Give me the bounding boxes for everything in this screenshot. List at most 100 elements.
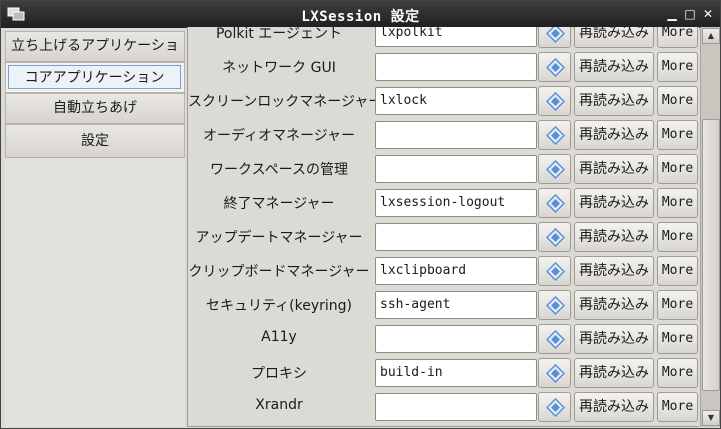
select-app-button[interactable]	[538, 86, 571, 116]
command-field[interactable]: build-in	[375, 359, 537, 387]
more-button[interactable]: More	[657, 120, 698, 150]
setting-row: A11y 再読み込み More	[188, 322, 699, 356]
setting-row: Xrandr 再読み込み More	[188, 390, 699, 424]
more-button[interactable]: More	[657, 27, 698, 48]
more-button[interactable]: More	[657, 392, 698, 422]
command-field[interactable]: lxclipboard	[375, 257, 537, 285]
reload-button[interactable]: 再読み込み	[574, 120, 654, 150]
setting-label: プロキシ	[251, 366, 307, 382]
sidebar-item-label: 自動立ちあげ	[53, 100, 137, 116]
setting-label: 終了マネージャー	[223, 196, 335, 212]
select-app-button[interactable]	[538, 256, 571, 286]
select-app-button[interactable]	[538, 52, 571, 82]
select-app-button[interactable]	[538, 392, 571, 422]
scroll-up-arrow-icon[interactable]: ▲	[702, 28, 720, 44]
diamond-icon	[546, 58, 565, 77]
command-field[interactable]: ssh-agent	[375, 291, 537, 319]
command-field[interactable]	[375, 53, 537, 81]
more-button[interactable]: More	[657, 52, 698, 82]
reload-button[interactable]: 再読み込み	[574, 392, 654, 422]
select-app-button[interactable]	[538, 154, 571, 184]
setting-row: セキュリティ(keyring) ssh-agent 再読み込み More	[188, 288, 699, 322]
setting-row: スクリーンロックマネージャー lxlock 再読み込み More	[188, 84, 699, 118]
setting-label: スクリーンロックマネージャー	[188, 94, 383, 110]
sidebar-item-label: 設定	[81, 133, 109, 149]
more-button[interactable]: More	[657, 256, 698, 286]
command-field[interactable]	[375, 155, 537, 183]
sidebar-item-label: コアアプリケーション	[24, 70, 165, 86]
reload-button[interactable]: 再読み込み	[574, 86, 654, 116]
more-button[interactable]: More	[657, 358, 698, 388]
reload-button[interactable]: 再読み込み	[574, 358, 654, 388]
sidebar-item-core-apps[interactable]: コアアプリケーション	[5, 62, 185, 93]
command-field[interactable]	[375, 121, 537, 149]
diamond-icon	[546, 228, 565, 247]
more-button[interactable]: More	[657, 154, 698, 184]
command-field[interactable]	[375, 223, 537, 251]
setting-label: Polkit エージェント	[215, 27, 343, 42]
sidebar-item-autostart[interactable]: 自動立ちあげ	[5, 93, 185, 124]
minimize-button[interactable]: ▁	[663, 5, 681, 23]
window-title: LXSession 設定	[301, 9, 420, 25]
command-field[interactable]: lxlock	[375, 87, 537, 115]
setting-label: Xrandr	[255, 397, 303, 413]
more-button[interactable]: More	[657, 290, 698, 320]
more-button[interactable]: More	[657, 188, 698, 218]
diamond-icon	[546, 364, 565, 383]
lxsession-window: LXSession 設定 ▁ □ ✕ 立ち上げるアプリケーション コアアプリケー…	[0, 0, 721, 429]
diamond-icon	[546, 194, 565, 213]
maximize-button[interactable]: □	[681, 5, 699, 23]
diamond-icon	[546, 126, 565, 145]
diamond-icon	[546, 296, 565, 315]
select-app-button[interactable]	[538, 120, 571, 150]
reload-button[interactable]: 再読み込み	[574, 27, 654, 48]
select-app-button[interactable]	[538, 188, 571, 218]
setting-label: オーディオマネージャー	[202, 128, 356, 144]
sidebar-item-settings[interactable]: 設定	[5, 124, 185, 158]
command-field[interactable]	[375, 393, 537, 421]
diamond-icon	[546, 160, 565, 179]
core-apps-panel: Polkit エージェント lxpolkit 再読み込み More ネットワーク GUI…	[187, 27, 699, 427]
setting-row: Polkit エージェント lxpolkit 再読み込み More	[188, 27, 699, 50]
more-button[interactable]: More	[657, 222, 698, 252]
reload-button[interactable]: 再読み込み	[574, 154, 654, 184]
scroll-thumb[interactable]	[702, 119, 720, 391]
setting-label: A11y	[261, 329, 297, 345]
close-button[interactable]: ✕	[699, 5, 717, 23]
sidebar-item-autostart-apps[interactable]: 立ち上げるアプリケーション	[5, 31, 185, 83]
reload-button[interactable]: 再読み込み	[574, 290, 654, 320]
reload-button[interactable]: 再読み込み	[574, 52, 654, 82]
command-field[interactable]: lxpolkit	[375, 27, 537, 47]
diamond-icon	[546, 92, 565, 111]
title-bar[interactable]: LXSession 設定 ▁ □ ✕	[1, 1, 720, 28]
select-app-button[interactable]	[538, 324, 571, 354]
setting-label: セキュリティ(keyring)	[206, 298, 352, 314]
setting-row: プロキシ build-in 再読み込み More	[188, 356, 699, 390]
scroll-down-arrow-icon[interactable]: ▼	[702, 410, 720, 426]
reload-button[interactable]: 再読み込み	[574, 324, 654, 354]
setting-row: ワークスペースの管理 再読み込み More	[188, 152, 699, 186]
setting-row: アップデートマネージャー 再読み込み More	[188, 220, 699, 254]
reload-button[interactable]: 再読み込み	[574, 256, 654, 286]
vertical-scrollbar[interactable]: ▲ ▼	[700, 27, 720, 427]
select-app-button[interactable]	[538, 27, 571, 48]
setting-label: クリップボードマネージャー	[188, 264, 370, 280]
more-button[interactable]: More	[657, 324, 698, 354]
setting-row: 終了マネージャー lxsession-logout 再読み込み More	[188, 186, 699, 220]
select-app-button[interactable]	[538, 290, 571, 320]
setting-label: ネットワーク GUI	[222, 60, 336, 76]
select-app-button[interactable]	[538, 358, 571, 388]
setting-row: クリップボードマネージャー lxclipboard 再読み込み More	[188, 254, 699, 288]
reload-button[interactable]: 再読み込み	[574, 188, 654, 218]
diamond-icon	[546, 398, 565, 417]
command-field[interactable]	[375, 325, 537, 353]
reload-button[interactable]: 再読み込み	[574, 222, 654, 252]
setting-label: アップデートマネージャー	[195, 230, 363, 246]
command-field[interactable]: lxsession-logout	[375, 189, 537, 217]
sidebar: 立ち上げるアプリケーション コアアプリケーション 自動立ちあげ 設定	[5, 31, 185, 427]
more-button[interactable]: More	[657, 86, 698, 116]
select-app-button[interactable]	[538, 222, 571, 252]
diamond-icon	[546, 27, 565, 43]
diamond-icon	[546, 262, 565, 281]
diamond-icon	[546, 330, 565, 349]
